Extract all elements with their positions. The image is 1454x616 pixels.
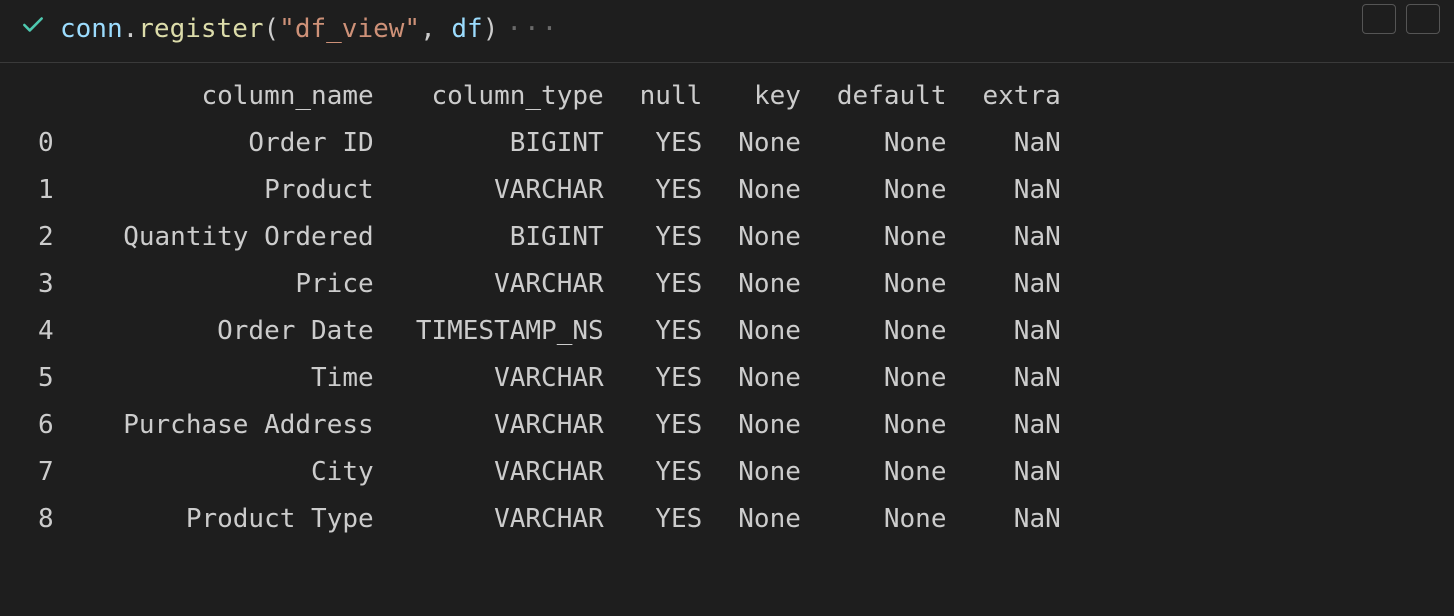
cell-extra: NaN xyxy=(964,214,1078,261)
table-body: 0Order IDBIGINTYESNoneNoneNaN1ProductVAR… xyxy=(20,120,1079,543)
code-token-param: df xyxy=(451,14,482,44)
cell-column-name: Product xyxy=(72,167,392,214)
cell-input-row: conn.register("df_view", df)··· xyxy=(0,0,1454,63)
cell-default: None xyxy=(819,496,965,543)
header-key: key xyxy=(720,73,819,120)
cell-toolbar xyxy=(1362,4,1440,34)
header-index xyxy=(20,73,72,120)
cell-key: None xyxy=(720,308,819,355)
cell-index: 0 xyxy=(20,120,72,167)
cell-null: YES xyxy=(622,120,721,167)
table-row: 1ProductVARCHARYESNoneNoneNaN xyxy=(20,167,1079,214)
cell-column-name: Price xyxy=(72,261,392,308)
cell-key: None xyxy=(720,167,819,214)
cell-index: 5 xyxy=(20,355,72,402)
cell-default: None xyxy=(819,402,965,449)
cell-column-type: VARCHAR xyxy=(392,261,622,308)
dataframe-table: column_name column_type null key default… xyxy=(20,73,1079,543)
cell-index: 8 xyxy=(20,496,72,543)
cell-null: YES xyxy=(622,449,721,496)
cell-extra: NaN xyxy=(964,355,1078,402)
code-token-function: register xyxy=(138,14,263,44)
cell-index: 3 xyxy=(20,261,72,308)
cell-column-type: VARCHAR xyxy=(392,449,622,496)
cell-column-type: VARCHAR xyxy=(392,355,622,402)
cell-default: None xyxy=(819,449,965,496)
cell-default: None xyxy=(819,261,965,308)
cell-index: 6 xyxy=(20,402,72,449)
table-row: 2Quantity OrderedBIGINTYESNoneNoneNaN xyxy=(20,214,1079,261)
cell-key: None xyxy=(720,120,819,167)
cell-null: YES xyxy=(622,402,721,449)
code-ellipsis-icon: ··· xyxy=(506,14,559,44)
code-token-variable: conn xyxy=(60,14,123,44)
table-header-row: column_name column_type null key default… xyxy=(20,73,1079,120)
cell-index: 7 xyxy=(20,449,72,496)
cell-key: None xyxy=(720,355,819,402)
code-token-string: "df_view" xyxy=(279,14,420,44)
table-row: 4Order DateTIMESTAMP_NSYESNoneNoneNaN xyxy=(20,308,1079,355)
execution-success-icon xyxy=(20,8,46,50)
cell-extra: NaN xyxy=(964,120,1078,167)
cell-default: None xyxy=(819,167,965,214)
cell-null: YES xyxy=(622,496,721,543)
header-column-type: column_type xyxy=(392,73,622,120)
code-input[interactable]: conn.register("df_view", df)··· xyxy=(60,10,559,49)
cell-column-name: Purchase Address xyxy=(72,402,392,449)
cell-default: None xyxy=(819,355,965,402)
cell-column-name: Time xyxy=(72,355,392,402)
cell-extra: NaN xyxy=(964,261,1078,308)
table-row: 3PriceVARCHARYESNoneNoneNaN xyxy=(20,261,1079,308)
cell-index: 4 xyxy=(20,308,72,355)
table-row: 6Purchase AddressVARCHARYESNoneNoneNaN xyxy=(20,402,1079,449)
cell-key: None xyxy=(720,496,819,543)
cell-column-name: Quantity Ordered xyxy=(72,214,392,261)
cell-column-type: VARCHAR xyxy=(392,402,622,449)
cell-key: None xyxy=(720,261,819,308)
cell-column-type: BIGINT xyxy=(392,120,622,167)
header-null: null xyxy=(622,73,721,120)
header-column-name: column_name xyxy=(72,73,392,120)
header-default: default xyxy=(819,73,965,120)
cell-key: None xyxy=(720,402,819,449)
cell-index: 1 xyxy=(20,167,72,214)
cell-null: YES xyxy=(622,167,721,214)
cell-extra: NaN xyxy=(964,308,1078,355)
cell-column-name: Order Date xyxy=(72,308,392,355)
cell-default: None xyxy=(819,308,965,355)
cell-output: column_name column_type null key default… xyxy=(0,63,1454,555)
cell-column-type: VARCHAR xyxy=(392,496,622,543)
cell-null: YES xyxy=(622,355,721,402)
cell-null: YES xyxy=(622,261,721,308)
code-token-dot: . xyxy=(123,14,139,44)
table-row: 7CityVARCHARYESNoneNoneNaN xyxy=(20,449,1079,496)
table-row: 5TimeVARCHARYESNoneNoneNaN xyxy=(20,355,1079,402)
cell-column-type: VARCHAR xyxy=(392,167,622,214)
code-token-close-paren: ) xyxy=(483,14,499,44)
table-row: 8Product TypeVARCHARYESNoneNoneNaN xyxy=(20,496,1079,543)
cell-column-name: City xyxy=(72,449,392,496)
cell-null: YES xyxy=(622,308,721,355)
cell-null: YES xyxy=(622,214,721,261)
cell-column-name: Product Type xyxy=(72,496,392,543)
cell-action-button-2[interactable] xyxy=(1406,4,1440,34)
cell-extra: NaN xyxy=(964,449,1078,496)
cell-column-name: Order ID xyxy=(72,120,392,167)
cell-index: 2 xyxy=(20,214,72,261)
header-extra: extra xyxy=(964,73,1078,120)
cell-column-type: TIMESTAMP_NS xyxy=(392,308,622,355)
cell-extra: NaN xyxy=(964,496,1078,543)
code-token-open-paren: ( xyxy=(264,14,280,44)
cell-default: None xyxy=(819,120,965,167)
table-row: 0Order IDBIGINTYESNoneNoneNaN xyxy=(20,120,1079,167)
cell-column-type: BIGINT xyxy=(392,214,622,261)
cell-default: None xyxy=(819,214,965,261)
cell-action-button-1[interactable] xyxy=(1362,4,1396,34)
cell-key: None xyxy=(720,214,819,261)
code-token-comma: , xyxy=(420,14,451,44)
cell-extra: NaN xyxy=(964,167,1078,214)
cell-extra: NaN xyxy=(964,402,1078,449)
cell-key: None xyxy=(720,449,819,496)
